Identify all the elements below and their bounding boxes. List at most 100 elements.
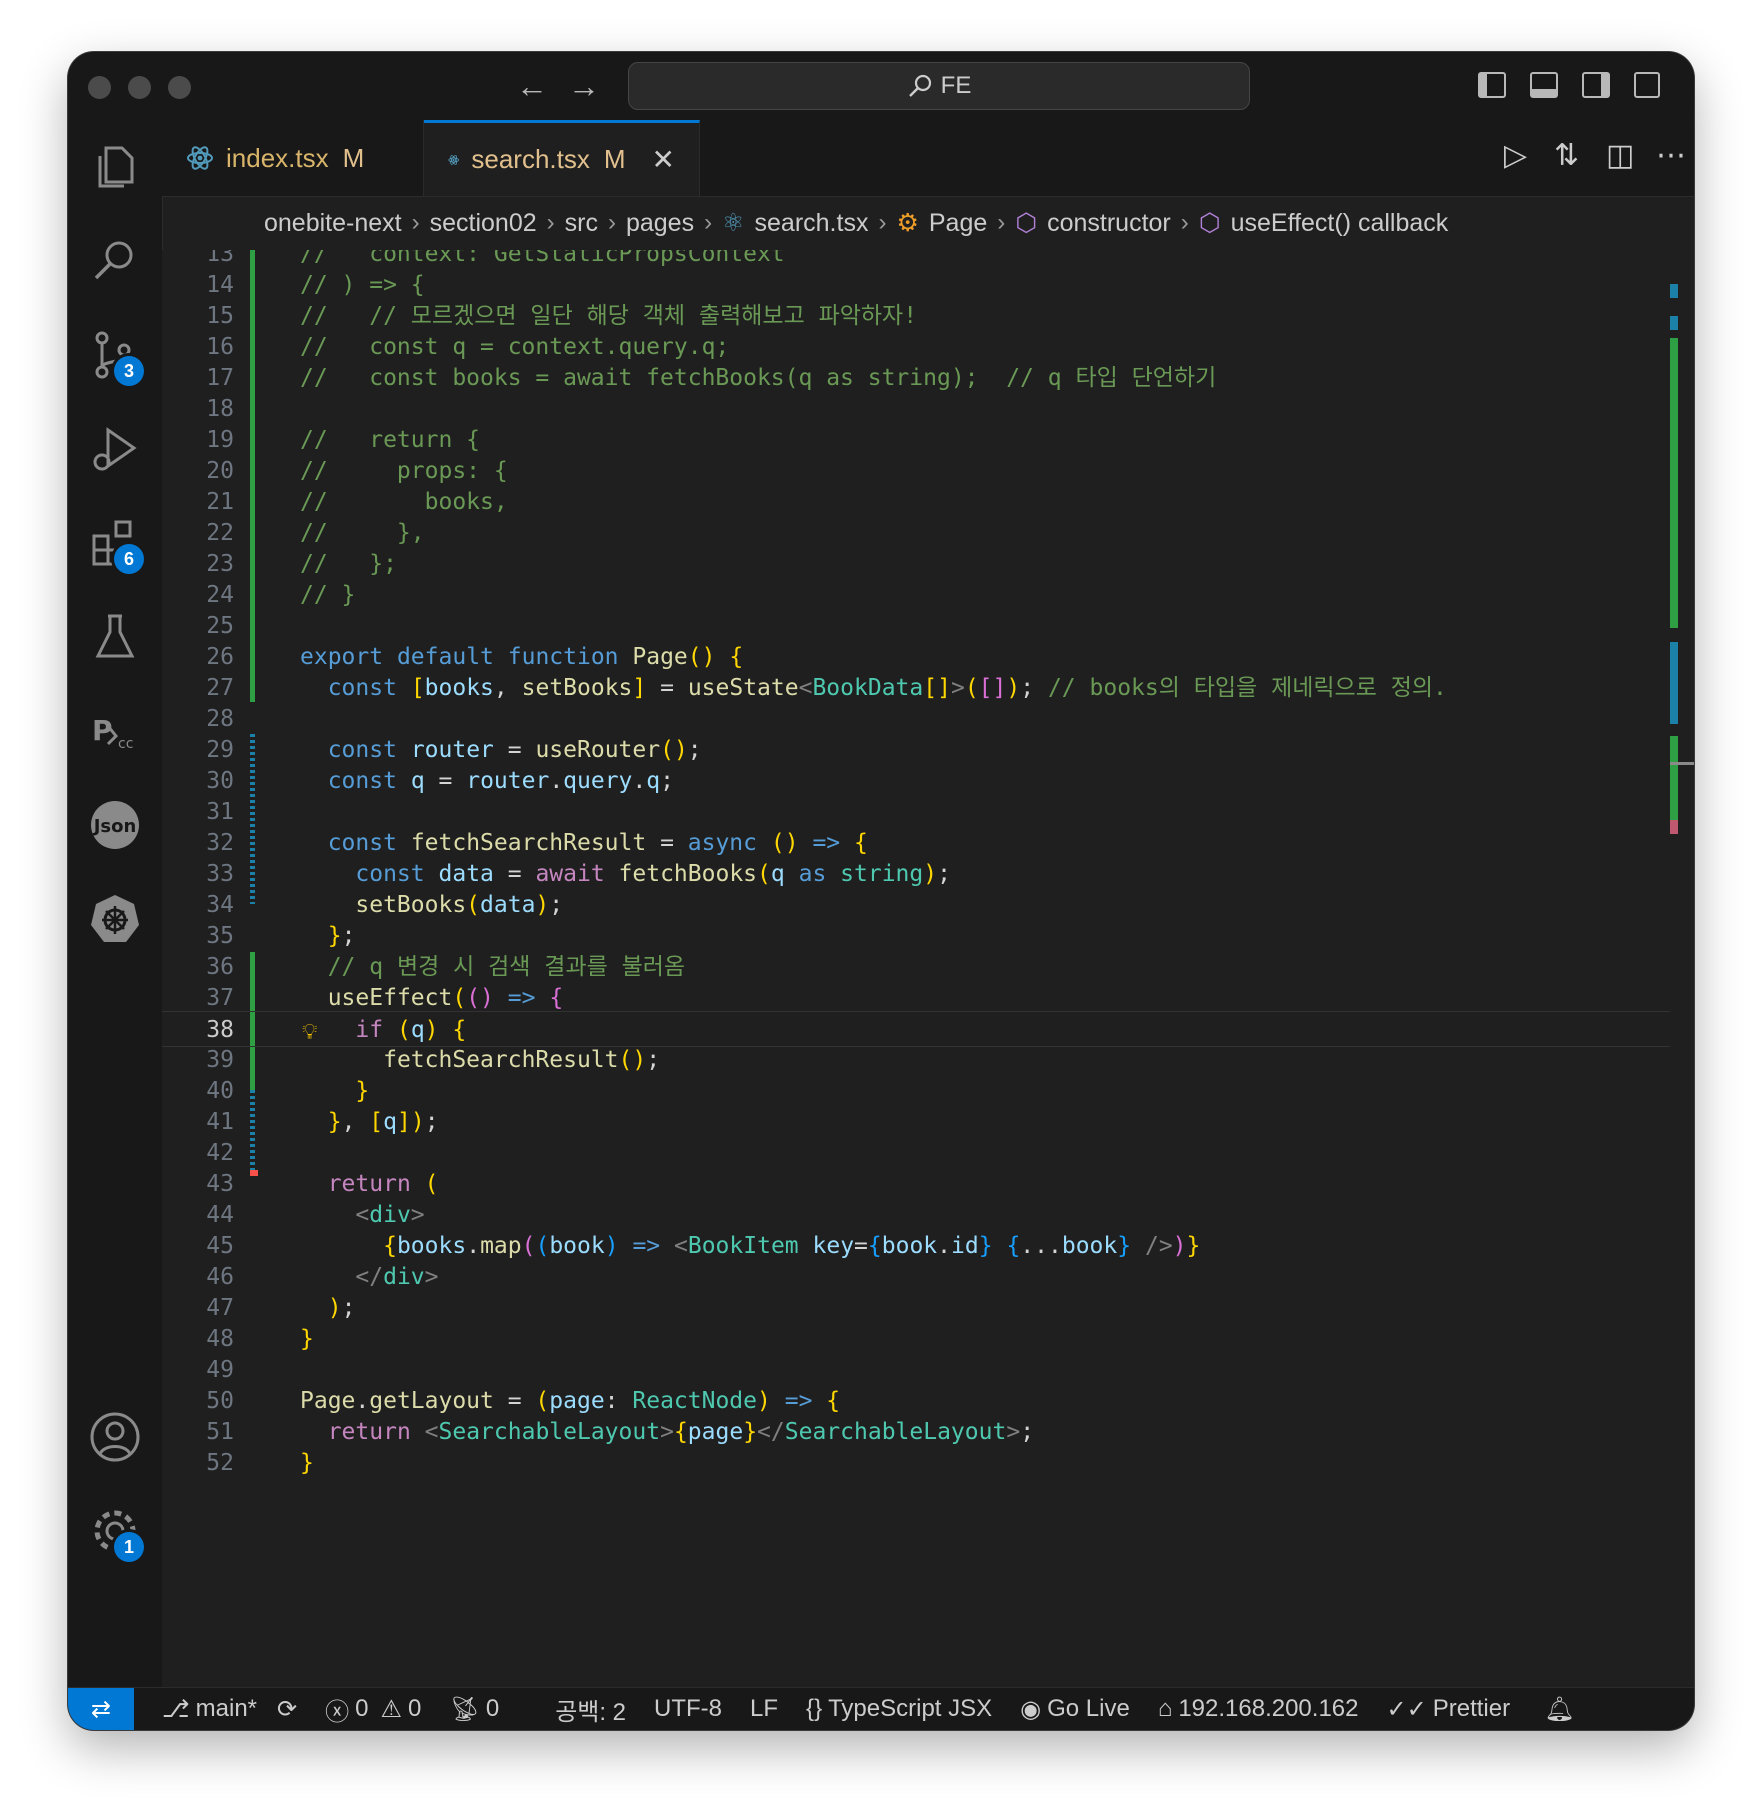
- go-live-label: Go Live: [1047, 1695, 1130, 1722]
- react-file-icon: ⚛: [722, 209, 745, 237]
- branch-name: main*: [195, 1695, 258, 1722]
- window-minimize-button[interactable]: [128, 76, 151, 99]
- breadcrumb-item[interactable]: Page: [929, 209, 987, 238]
- warning-count: 0: [408, 1695, 422, 1722]
- breadcrumb: onebite-next › section02 › src › pages ›…: [162, 197, 1694, 249]
- overview-ruler-marker: [1670, 820, 1678, 834]
- braces-icon: {}: [806, 1695, 823, 1722]
- tab-label: search.tsx: [471, 144, 590, 174]
- indentation-status[interactable]: 공백: 2: [555, 1692, 626, 1727]
- overview-ruler-marker: [1670, 338, 1678, 628]
- breadcrumb-item[interactable]: src: [565, 209, 598, 238]
- remote-indicator-icon[interactable]: ⇄: [68, 1688, 134, 1730]
- double-check-icon: ✓✓: [1386, 1695, 1427, 1723]
- react-file-icon: [448, 154, 459, 165]
- testing-flask-icon[interactable]: [88, 610, 142, 664]
- open-changes-icon[interactable]: ⇅: [1554, 138, 1579, 173]
- code-text: }: [300, 1450, 314, 1476]
- notifications-bell-icon[interactable]: 🔔︎: [1544, 1695, 1574, 1724]
- status-bar: ⇄ ⎇ main* ⟳ ⓧ 0 ⚠ 0 📡︎ 0 공백: 2 UTF-8 LF …: [68, 1687, 1694, 1730]
- branch-status[interactable]: ⎇ main* ⟳: [162, 1695, 297, 1724]
- breadcrumb-item[interactable]: search.tsx: [755, 209, 869, 238]
- home-icon: ⌂: [1157, 1695, 1173, 1722]
- broadcast-icon: ◉: [1020, 1695, 1042, 1723]
- search-view-icon[interactable]: [88, 234, 142, 288]
- breadcrumb-item[interactable]: constructor: [1047, 209, 1171, 238]
- line-number[interactable]: 52: [162, 1445, 234, 1481]
- prettier-status[interactable]: ✓✓ Prettier: [1387, 1695, 1511, 1724]
- split-editor-icon[interactable]: ◫: [1606, 138, 1634, 173]
- tab-index-tsx[interactable]: index.tsx M: [162, 120, 424, 196]
- more-actions-icon[interactable]: ⋯: [1656, 138, 1686, 173]
- extensions-badge: 6: [114, 544, 144, 574]
- git-branch-icon: ⎇: [162, 1695, 190, 1723]
- run-icon[interactable]: ▷: [1504, 138, 1527, 173]
- chevron-right-icon: ›: [1180, 209, 1189, 236]
- explorer-icon[interactable]: [88, 140, 142, 194]
- method-symbol-icon: ⬡: [1198, 209, 1221, 237]
- editor-tab-bar: index.tsx M search.tsx M ✕ ▷ ⇅ ◫ ⋯: [162, 120, 1694, 197]
- close-icon[interactable]: ✕: [652, 143, 675, 176]
- svg-text:cc: cc: [118, 736, 133, 752]
- function-symbol-icon: ⚙: [896, 209, 919, 237]
- toggle-secondary-sidebar-icon[interactable]: [1582, 72, 1610, 98]
- title-bar: ← → FE: [68, 52, 1694, 121]
- kubernetes-icon[interactable]: [88, 892, 142, 946]
- ports-status[interactable]: 📡︎ 0: [449, 1695, 499, 1724]
- warning-icon: ⚠: [380, 1695, 402, 1723]
- window-zoom-button[interactable]: [168, 76, 191, 99]
- breadcrumb-item[interactable]: pages: [626, 209, 694, 238]
- breadcrumb-item[interactable]: onebite-next: [264, 209, 402, 238]
- activity-bar: 3 6 Pcc Json 1: [68, 120, 163, 1688]
- breadcrumb-item[interactable]: section02: [430, 209, 537, 238]
- encoding-status[interactable]: UTF-8: [654, 1695, 722, 1723]
- settings-gear-icon[interactable]: 1: [88, 1504, 144, 1562]
- tab-label: index.tsx: [226, 142, 329, 173]
- command-center-search[interactable]: FE: [628, 62, 1250, 110]
- address-status[interactable]: ⌂ 192.168.200.162: [1158, 1695, 1359, 1723]
- overview-ruler-marker: [1670, 284, 1678, 298]
- settings-badge: 1: [114, 1532, 144, 1562]
- vscode-window: ← → FE 3 6 Pcc Json 1 index.tsx M search…: [68, 52, 1694, 1730]
- extensions-icon[interactable]: 6: [88, 516, 144, 574]
- json-extension-icon[interactable]: Json: [88, 798, 142, 852]
- run-debug-icon[interactable]: [88, 422, 142, 476]
- toggle-primary-sidebar-icon[interactable]: [1478, 72, 1506, 98]
- chevron-right-icon: ›: [607, 209, 616, 236]
- json-extension-label: Json: [92, 816, 137, 837]
- command-center-text: FE: [940, 72, 972, 99]
- broadcast-icon: 📡︎: [449, 1695, 480, 1723]
- code-line[interactable]: 52}: [162, 1445, 1670, 1481]
- chevron-right-icon: ›: [878, 209, 887, 236]
- pcc-extension-icon[interactable]: Pcc: [88, 704, 142, 758]
- toggle-panel-icon[interactable]: [1530, 72, 1558, 98]
- sync-icon[interactable]: ⟳: [277, 1695, 297, 1724]
- forward-arrow-icon[interactable]: →: [568, 68, 600, 104]
- ports-count: 0: [485, 1695, 500, 1722]
- code-editor[interactable]: 13// context: GetStaticPropsContext 14// …: [162, 250, 1694, 1688]
- window-close-button[interactable]: [88, 76, 111, 99]
- error-count: 0: [355, 1695, 369, 1722]
- modified-indicator: M: [342, 142, 365, 173]
- problems-status[interactable]: ⓧ 0 ⚠ 0: [325, 1692, 421, 1727]
- scm-badge: 3: [114, 356, 144, 386]
- overview-ruler-marker: [1670, 736, 1678, 820]
- overview-ruler-marker: [1670, 316, 1678, 330]
- customize-layout-icon[interactable]: [1634, 72, 1660, 98]
- accounts-icon[interactable]: [88, 1410, 142, 1464]
- go-live-button[interactable]: ◉ Go Live: [1020, 1695, 1130, 1724]
- language-status[interactable]: {} TypeScript JSX: [806, 1695, 992, 1723]
- address-label: 192.168.200.162: [1178, 1695, 1359, 1722]
- chevron-right-icon: ›: [546, 209, 555, 236]
- source-control-icon[interactable]: 3: [88, 328, 144, 386]
- cursor-position-marker: [1670, 762, 1694, 765]
- modified-indicator: M: [603, 144, 626, 174]
- method-symbol-icon: ⬡: [1015, 209, 1038, 237]
- overview-ruler-marker: [1670, 642, 1678, 724]
- chevron-right-icon: ›: [411, 209, 420, 236]
- breadcrumb-item[interactable]: useEffect() callback: [1231, 209, 1449, 238]
- eol-status[interactable]: LF: [750, 1695, 778, 1723]
- tab-search-tsx[interactable]: search.tsx M ✕: [424, 120, 700, 196]
- error-icon: ⓧ: [325, 1698, 350, 1726]
- back-arrow-icon[interactable]: ←: [516, 68, 548, 104]
